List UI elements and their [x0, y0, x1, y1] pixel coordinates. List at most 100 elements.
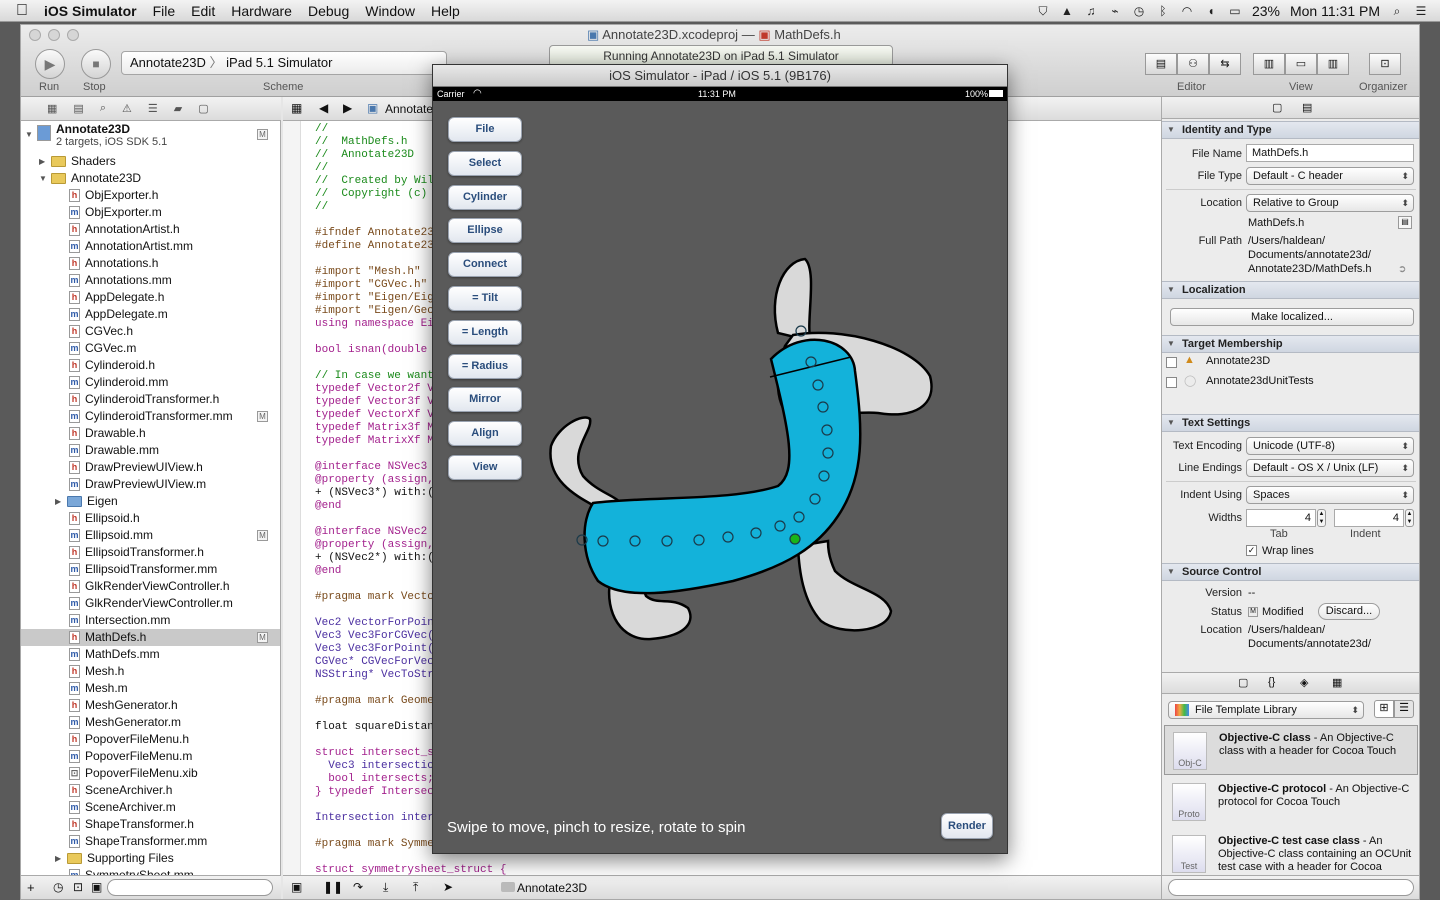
- filter-search-field[interactable]: [107, 879, 273, 896]
- localization-header[interactable]: Localization: [1162, 281, 1419, 299]
- reveal-in-finder-icon[interactable]: ➲: [1398, 264, 1406, 275]
- file-tree-item[interactable]: m Drawable.mm: [69, 442, 159, 459]
- indent-width-field[interactable]: 4: [1334, 509, 1404, 527]
- file-tree-item[interactable]: h MeshGenerator.h: [69, 697, 178, 714]
- render-button[interactable]: Render: [941, 813, 993, 839]
- zoom-window-button[interactable]: [67, 29, 79, 41]
- file-type-select[interactable]: Default - C header: [1246, 167, 1414, 185]
- file-tree-item[interactable]: m PopoverFileMenu.m: [69, 748, 192, 765]
- related-items-icon[interactable]: ▦: [291, 101, 302, 115]
- file-tree-item[interactable]: h Ellipsoid.h: [69, 510, 140, 527]
- menu-edit[interactable]: Edit: [183, 3, 223, 19]
- back-arrow-icon[interactable]: ◀: [319, 101, 328, 115]
- indent-using-select[interactable]: Spaces: [1246, 486, 1414, 504]
- wrap-lines-checkbox[interactable]: ✓: [1246, 545, 1257, 556]
- discard-button[interactable]: Discard...: [1318, 603, 1380, 620]
- spotlight-search-icon[interactable]: ⌕: [1390, 4, 1404, 18]
- project-root[interactable]: ▼ Annotate23D 2 targets, iOS SDK 5.1: [25, 123, 167, 151]
- hide-debug-area-icon[interactable]: ▣: [291, 880, 302, 894]
- tab-width-field[interactable]: 4: [1246, 509, 1316, 527]
- file-tree-item[interactable]: ▶ Shaders: [39, 153, 116, 170]
- library-select[interactable]: File Template Library: [1168, 701, 1364, 719]
- assistant-editor-icon[interactable]: ⚇: [1177, 53, 1209, 75]
- file-tree-item[interactable]: m Cylinderoid.mm: [69, 374, 168, 391]
- search-navigator-icon[interactable]: ⌕: [100, 102, 106, 115]
- source-control-header[interactable]: Source Control: [1162, 563, 1419, 581]
- file-tree-item[interactable]: h EllipsoidTransformer.h: [69, 544, 204, 561]
- unsaved-filter-icon[interactable]: ▣: [91, 880, 102, 894]
- icon-view-icon[interactable]: ⊞: [1374, 700, 1394, 718]
- file-tree-item[interactable]: m CylinderoidTransformer.mm: [69, 408, 233, 425]
- file-tree-item[interactable]: h Drawable.h: [69, 425, 146, 442]
- status-app-icon[interactable]: ⛉: [1036, 4, 1050, 18]
- file-inspector-icon[interactable]: ▢: [1272, 101, 1282, 114]
- bluetooth-icon[interactable]: ᛒ: [1156, 4, 1170, 18]
- template-item[interactable]: Proto Objective-C protocol - An Objective…: [1164, 777, 1418, 827]
- battery-icon[interactable]: ▭: [1228, 4, 1242, 18]
- volume-icon[interactable]: ◖: [1204, 4, 1218, 18]
- text-encoding-select[interactable]: Unicode (UTF-8): [1246, 437, 1414, 455]
- file-tree-item[interactable]: h GlkRenderViewController.h: [69, 578, 230, 595]
- disclosure-open-icon[interactable]: ▼: [39, 170, 48, 187]
- activity-icon[interactable]: ⌁: [1108, 4, 1122, 18]
- file-tree-item[interactable]: h Annotations.h: [69, 255, 158, 272]
- run-button[interactable]: ▶: [35, 49, 65, 79]
- file-tree-item[interactable]: m CGVec.m: [69, 340, 136, 357]
- file-tree-item[interactable]: m Ellipsoid.mm: [69, 527, 153, 544]
- file-tree-item[interactable]: h AnnotationArtist.h: [69, 221, 180, 238]
- media-library-icon[interactable]: ▦: [1332, 676, 1342, 689]
- object-library-icon[interactable]: ◈: [1300, 676, 1308, 689]
- utilities-toggle-icon[interactable]: ▥: [1317, 53, 1349, 75]
- drawing-canvas[interactable]: [433, 101, 1007, 853]
- menu-help[interactable]: Help: [423, 3, 468, 19]
- file-tree-item[interactable]: m MathDefs.mm: [69, 646, 160, 663]
- tab-width-stepper[interactable]: ▲ ▼: [1317, 509, 1326, 527]
- recent-files-icon[interactable]: ◷: [53, 880, 63, 894]
- project-navigator-icon[interactable]: ▦: [47, 102, 57, 115]
- target-checkbox-annotate23d[interactable]: [1166, 357, 1177, 368]
- notification-center-icon[interactable]: ☰: [1414, 4, 1428, 18]
- file-tree-item[interactable]: m Mesh.m: [69, 680, 128, 697]
- line-endings-select[interactable]: Default - OS X / Unix (LF): [1246, 459, 1414, 477]
- file-tree-item[interactable]: h CGVec.h: [69, 323, 133, 340]
- file-tree-item[interactable]: h Mesh.h: [69, 663, 124, 680]
- template-item[interactable]: Test Objective-C test case class - An Obj…: [1164, 829, 1418, 886]
- clock-icon[interactable]: ◷: [1132, 4, 1146, 18]
- file-tree-item[interactable]: m AnnotationArtist.mm: [69, 238, 193, 255]
- organizer-icon[interactable]: ⊡: [1369, 53, 1401, 75]
- minimize-window-button[interactable]: [48, 29, 60, 41]
- scheme-selector[interactable]: Annotate23D 〉 iPad 5.1 Simulator: [121, 51, 447, 75]
- pause-icon[interactable]: ❚❚: [323, 880, 343, 894]
- quick-help-icon[interactable]: ▤: [1302, 101, 1312, 114]
- clock[interactable]: Mon 11:31 PM: [1290, 3, 1380, 19]
- file-tree-item[interactable]: h Cylinderoid.h: [69, 357, 155, 374]
- file-tree-item[interactable]: m SymmetrySheet.mm: [69, 867, 194, 875]
- file-tree-item[interactable]: m ObjExporter.m: [69, 204, 162, 221]
- symbol-navigator-icon[interactable]: ▤: [73, 102, 83, 115]
- file-tree-item[interactable]: ▶ Eigen: [55, 493, 118, 510]
- file-tree-item[interactable]: m MeshGenerator.m: [69, 714, 181, 731]
- step-into-icon[interactable]: ⤓: [383, 880, 388, 895]
- selected-control-point[interactable]: [789, 533, 801, 545]
- editor-gutter[interactable]: [283, 121, 301, 875]
- choose-file-icon[interactable]: ▤: [1398, 216, 1412, 229]
- disclosure-open-icon[interactable]: ▼: [25, 126, 34, 143]
- wifi-icon[interactable]: ◠: [1180, 4, 1194, 18]
- file-tree-item[interactable]: m Annotations.mm: [69, 272, 172, 289]
- step-over-icon[interactable]: ↷: [353, 880, 363, 894]
- file-tree-item[interactable]: m AppDelegate.m: [69, 306, 168, 323]
- file-tree-item[interactable]: h ObjExporter.h: [69, 187, 158, 204]
- disclosure-closed-icon[interactable]: ▶: [55, 850, 64, 867]
- navigator-toggle-icon[interactable]: ▥: [1253, 53, 1285, 75]
- file-tree-item[interactable]: h SceneArchiver.h: [69, 782, 172, 799]
- issue-navigator-icon[interactable]: ⚠: [122, 102, 132, 115]
- file-tree-item[interactable]: ▶ Supporting Files: [55, 850, 174, 867]
- scm-filter-icon[interactable]: ⊡: [73, 880, 83, 894]
- file-tree-item[interactable]: ⊡ PopoverFileMenu.xib: [69, 765, 198, 782]
- file-name-field[interactable]: MathDefs.h: [1246, 144, 1414, 162]
- menu-debug[interactable]: Debug: [300, 3, 357, 19]
- file-tree-item[interactable]: h ShapeTransformer.h: [69, 816, 194, 833]
- debug-navigator-icon[interactable]: ☰: [148, 102, 158, 115]
- file-template-library-icon[interactable]: ▢: [1238, 676, 1248, 689]
- jump-bar-item[interactable]: Annotate: [385, 102, 433, 116]
